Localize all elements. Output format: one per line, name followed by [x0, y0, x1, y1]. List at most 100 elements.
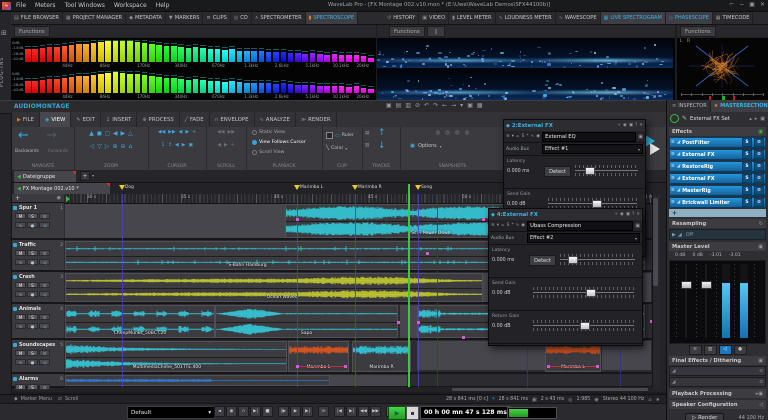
snapshot-icon[interactable]: ◎ — [455, 130, 460, 136]
window-button[interactable]: ◉ — [623, 123, 627, 128]
tab-markers[interactable]: ▼MARKERS — [166, 11, 204, 24]
tool-icon[interactable]: ▶ — [185, 130, 189, 135]
tab-metadata[interactable]: ◆METADATA — [126, 11, 166, 24]
track-record-icon[interactable]: ● — [27, 222, 38, 228]
expand-icon[interactable]: ▣ — [758, 358, 763, 364]
clip-ocean-waves[interactable]: Ocean Waves — [65, 273, 483, 302]
functions-button[interactable]: Functions — [14, 26, 50, 37]
track-monitor-icon[interactable]: ⊙ — [39, 350, 50, 356]
track-monitor-icon[interactable]: ⊙ — [39, 282, 50, 288]
envelope-point[interactable] — [344, 365, 347, 368]
track-s-button[interactable]: S — [27, 282, 38, 288]
ribbon-tab-fade[interactable]: ╱FADE — [180, 112, 210, 127]
track-fx-icon[interactable]: ∿ — [15, 259, 26, 265]
chevron-down-icon[interactable]: ▾ — [92, 173, 94, 178]
track-up-icon[interactable]: ↑ — [378, 128, 386, 138]
fx-tool-icon[interactable]: * — [511, 223, 513, 228]
window-button[interactable]: ? — [632, 212, 634, 217]
effect-slot-restorerig[interactable]: ≡◢RestoreRigS⊘ — [669, 161, 766, 172]
snapshot-icon[interactable]: ◎ — [445, 130, 450, 136]
track-monitor-icon[interactable]: ⊙ — [39, 384, 50, 390]
menu-workspace[interactable]: Workspace — [114, 2, 147, 9]
menu-help[interactable]: Help — [156, 2, 170, 9]
clip-multimediachime-501tte-400[interactable]: MultimediaChime_501TTE.400 — [65, 341, 287, 372]
montage-toolbar-icon[interactable]: ▤ — [396, 102, 402, 109]
playback-option-view-follows-cursor[interactable]: View Follows Cursor — [252, 140, 306, 145]
bypass-button[interactable]: ⊘ — [754, 162, 764, 171]
add-effect-button[interactable]: + — [669, 209, 766, 217]
tool-icon[interactable]: ◀◀ — [158, 130, 165, 135]
return-gain-slider[interactable] — [533, 320, 634, 333]
tool-icon[interactable]: ◻ — [105, 130, 110, 137]
envelope-point[interactable] — [397, 321, 400, 324]
level-envelope-line[interactable] — [297, 366, 345, 367]
montage-toolbar-icon[interactable]: ▣ — [467, 102, 473, 109]
slider-handle[interactable] — [586, 289, 596, 297]
slider-handle[interactable] — [585, 167, 595, 175]
clip-marimba-r[interactable]: Marimba R — [352, 341, 411, 372]
tool-icon[interactable]: ◀ — [113, 130, 118, 137]
tab-loudness-meter[interactable]: ∿LOUDNESS METER — [496, 11, 556, 24]
window-button[interactable]: ▣ — [749, 1, 755, 8]
status-end-icon[interactable]: ★ — [656, 397, 660, 403]
ribbon-tab-insert[interactable]: ↧INSERT — [101, 112, 137, 127]
speaker-icon[interactable]: ◁ — [759, 402, 763, 408]
track-record-icon[interactable]: ● — [27, 291, 38, 297]
window-button[interactable]: + — [614, 212, 618, 217]
montage-toolbar-icon[interactable]: ▣ — [386, 102, 392, 109]
transport-button[interactable]: ▶▶ — [370, 406, 381, 417]
pencil-icon[interactable]: ✎ — [682, 115, 687, 122]
tool-icon[interactable]: ▶▶ — [168, 130, 175, 135]
tool-icon[interactable]: ▷ — [105, 143, 110, 150]
ribbon-tab-edit[interactable]: ✎EDIT — [71, 112, 101, 127]
transport-button[interactable]: ▶| — [346, 406, 357, 417]
track-name-row[interactable]: Spur 11 — [13, 204, 63, 212]
slider-handle[interactable] — [580, 322, 590, 330]
playback-option-scroll-view[interactable]: Scroll View — [252, 150, 284, 155]
color-menu[interactable]: ╲Color▾ — [326, 145, 347, 151]
fx-tool-icon[interactable]: * — [526, 134, 528, 139]
effect-slot-external-fx[interactable]: ≡◢External FXS⊘ — [669, 173, 766, 184]
window-button[interactable]: ◉ — [620, 212, 624, 217]
play-button[interactable]: ▶ — [388, 406, 406, 420]
montage-toolbar-icon[interactable]: → — [451, 102, 456, 109]
resampling-slot[interactable]: ▶◢ Off — [669, 229, 766, 240]
tool-icon[interactable]: ▶ — [182, 143, 186, 148]
tool-icon[interactable]: + — [192, 130, 196, 135]
effects-power-icon[interactable]: ▣ — [758, 129, 763, 135]
montage-toolbar-icon[interactable]: ← — [442, 102, 447, 109]
bypass-button[interactable]: ⊘ — [754, 198, 764, 207]
track-s-button[interactable]: S — [27, 314, 38, 320]
ribbon-tab-process[interactable]: ⊕PROCESS — [137, 112, 179, 127]
solo-button[interactable]: S — [742, 174, 752, 183]
tool-icon[interactable]: ↧ — [161, 143, 165, 148]
fx-tool-icon[interactable]: ◉ — [536, 134, 540, 139]
tab-clips[interactable]: ≣CLIPS — [203, 11, 230, 24]
power-icon[interactable] — [670, 114, 679, 123]
tab-level-meter[interactable]: ▮LEVEL METER — [449, 11, 495, 24]
solo-button[interactable]: S — [742, 150, 752, 159]
transport-button[interactable]: ◉ — [226, 406, 237, 417]
track-output-icon[interactable]: ◁ — [39, 323, 50, 329]
fx-tool-icon[interactable]: ▾ — [512, 134, 514, 139]
window-button[interactable]: ✕ — [636, 212, 640, 217]
render-button[interactable]: ▷Render — [685, 413, 724, 420]
route-icon[interactable]: ▸ — [755, 116, 758, 122]
monitor-icon[interactable]: ≡ — [689, 345, 702, 355]
menu-meters[interactable]: Meters — [35, 2, 56, 9]
transport-button[interactable]: ▶| — [250, 406, 261, 417]
tool-icon[interactable]: ◀◀ — [217, 130, 224, 135]
tab-inspector[interactable]: ≡INSPECTOR — [669, 100, 711, 112]
menu-tool-windows[interactable]: Tool Windows — [65, 2, 105, 9]
montage-toolbar-icon[interactable]: ↶ — [424, 102, 429, 109]
track-m-button[interactable]: M — [15, 250, 26, 256]
master-preset-label[interactable]: External FX Set — [690, 116, 730, 122]
ribbon-tab-envelope[interactable]: ∩ENVELOPE — [210, 112, 255, 127]
tab-video[interactable]: ▣VIDEO — [419, 11, 449, 24]
tool-icon[interactable]: ⊖ — [121, 143, 126, 150]
add-track-icon[interactable]: + — [15, 195, 20, 202]
envelope-point[interactable] — [296, 365, 299, 368]
drag-handle-icon[interactable]: ≡ — [671, 152, 675, 157]
solo-button[interactable]: S — [742, 198, 752, 207]
latency-slider[interactable] — [560, 254, 635, 267]
